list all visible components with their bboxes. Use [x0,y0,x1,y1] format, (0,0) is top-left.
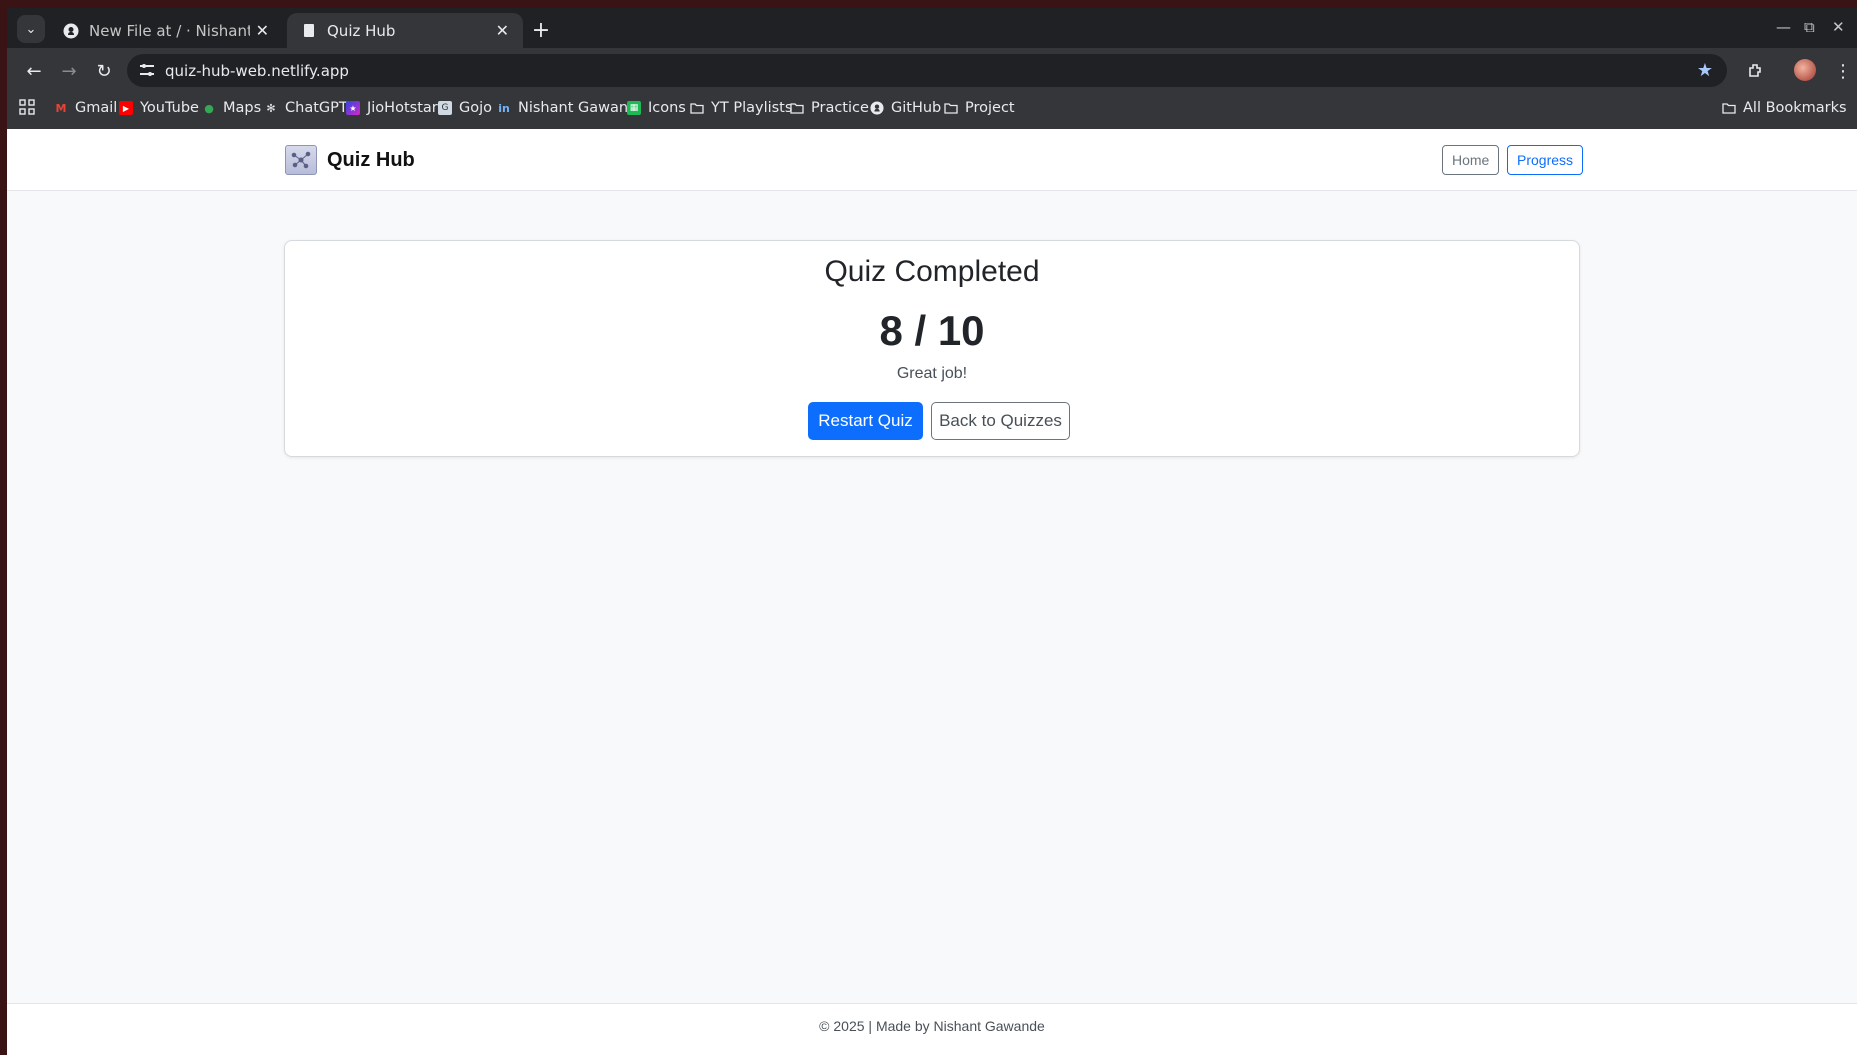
bookmark-github[interactable]: GitHub [870,100,941,116]
result-message: Great job! [896,365,968,382]
bookmark-project[interactable]: Project [944,100,1015,116]
bookmark-label: Icons [648,100,686,116]
gojo-icon: G [438,101,452,115]
all-bookmarks[interactable]: All Bookmarks [1722,100,1847,116]
github-icon [63,23,79,39]
url-text: quiz-hub-web.netlify.app [165,61,349,80]
site-info-icon[interactable] [139,62,157,80]
new-tab-icon[interactable]: + [527,16,555,44]
tab-title: New File at / · Nishantsg [89,21,250,40]
brand-title: Quiz Hub [327,148,415,171]
tab-quiz-hub[interactable]: Quiz Hub ✕ [287,13,523,48]
bookmark-yt-playlists[interactable]: YT Playlists [690,100,792,116]
extensions-icon[interactable] [1743,58,1769,84]
folder-icon [944,101,958,115]
brand-link[interactable]: Quiz Hub [285,145,415,175]
bookmark-label: YT Playlists [711,100,793,116]
bookmark-label: Practice [811,100,869,116]
tab-search-icon[interactable]: ⌄ [17,15,45,43]
bookmark-label: ChatGPT [285,100,348,116]
back-arrow-icon[interactable]: ← [21,58,47,84]
bookmark-gmail[interactable]: M Gmail [54,100,118,116]
maps-icon: ● [204,101,214,115]
minimize-icon[interactable]: — [1776,18,1791,36]
page-content: Quiz Hub Home Progress Quiz Completed 8 … [7,129,1857,1055]
bookmark-star-icon[interactable]: ★ [1697,60,1713,81]
bookmark-label: GitHub [891,100,942,116]
reload-icon[interactable]: ↻ [91,58,117,84]
close-window-icon[interactable]: ✕ [1832,18,1845,36]
folder-icon [1722,101,1736,115]
site-footer: © 2025 | Made by Nishant Gawande [7,1003,1857,1055]
bookmark-chatgpt[interactable]: ✻ ChatGPT [264,100,348,116]
score-display: 8 / 10 [879,307,985,354]
github-icon [870,101,884,115]
chatgpt-icon: ✻ [266,101,276,115]
icons-app-icon: ▦ [627,101,641,115]
bookmark-jiohotstar[interactable]: ★ JioHotstar [346,100,438,116]
quiz-hub-logo-icon [285,145,317,175]
bookmark-label: Gmail [75,100,118,116]
jiohotstar-icon: ★ [346,101,360,115]
bookmark-practice[interactable]: Practice [790,100,869,116]
bookmark-label: Nishant Gawan... [518,100,642,116]
bookmark-icons[interactable]: ▦ Icons [627,100,686,116]
back-to-quizzes-button[interactable]: Back to Quizzes [931,402,1070,440]
bookmark-gojo[interactable]: G Gojo [438,100,492,116]
tab-title: Quiz Hub [327,21,396,40]
bookmark-label: Project [965,100,1015,116]
forward-arrow-icon[interactable]: → [56,58,82,84]
all-bookmarks-label: All Bookmarks [1743,100,1847,116]
page-icon [301,23,317,39]
site-navbar: Quiz Hub Home Progress [7,129,1857,191]
tab-strip: ⌄ New File at / · Nishantsg ✕ Quiz Hub ✕… [7,8,1857,48]
folder-icon [790,101,804,115]
browser-chrome: ⌄ New File at / · Nishantsg ✕ Quiz Hub ✕… [7,8,1857,129]
youtube-icon: ▶ [119,101,133,115]
progress-button[interactable]: Progress [1507,145,1584,175]
apps-grid-icon[interactable] [19,99,35,115]
restore-icon[interactable]: ⧉ [1804,18,1815,36]
gmail-icon: M [55,101,67,115]
profile-avatar[interactable] [1794,59,1816,81]
footer-text: © 2025 | Made by Nishant Gawande [819,1018,1045,1034]
bookmark-label: JioHotstar [367,100,438,116]
address-bar[interactable]: quiz-hub-web.netlify.app ★ [127,54,1727,87]
result-title: Quiz Completed [824,255,1040,288]
home-button[interactable]: Home [1442,145,1500,175]
bookmark-label: Maps [223,100,262,116]
folder-icon [690,101,704,115]
bookmark-linkedin[interactable]: in Nishant Gawan... [497,100,642,116]
bookmark-maps[interactable]: ● Maps [202,100,261,116]
bookmark-youtube[interactable]: ▶ YouTube [119,100,199,116]
close-tab-icon[interactable]: ✕ [496,21,509,40]
browser-toolbar: ← → ↻ quiz-hub-web.netlify.app ★ ⋮ [7,48,1857,92]
close-tab-icon[interactable]: ✕ [256,21,269,40]
bookmarks-bar: M Gmail ▶ YouTube ● Maps ✻ ChatGPT ★ Jio… [7,92,1857,129]
bookmark-label: Gojo [459,100,493,116]
bookmark-label: YouTube [140,100,199,116]
menu-kebab-icon[interactable]: ⋮ [1830,58,1856,84]
tab-github-new-file[interactable]: New File at / · Nishantsg ✕ [49,13,283,48]
restart-quiz-button[interactable]: Restart Quiz [808,402,923,440]
quiz-result-card: Quiz Completed 8 / 10 Great job! Restart… [284,240,1580,457]
linkedin-icon: in [498,101,510,115]
